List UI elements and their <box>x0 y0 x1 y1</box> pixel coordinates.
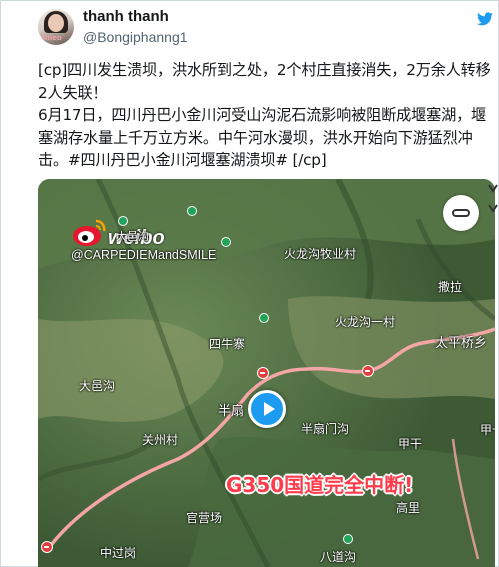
poi-marker <box>118 216 128 226</box>
avatar[interactable]: dmeo <box>38 9 74 45</box>
avatar-tag: dmeo <box>40 34 62 42</box>
no-entry-icon <box>257 367 269 379</box>
more-options-button[interactable] <box>443 195 479 231</box>
map-label: 半扇门沟 <box>301 422 350 436</box>
scroll-arrow-icon[interactable] <box>488 183 498 213</box>
poi-marker <box>343 534 353 544</box>
map-label: 火龙沟一村 <box>335 315 396 329</box>
map-label: 火龙沟牧业村 <box>284 247 357 261</box>
news-banner: G350国道完全中断! <box>226 473 414 497</box>
map-label: 甲卡 <box>480 423 495 437</box>
poi-marker <box>187 206 197 216</box>
map-label: 大邑沟 <box>79 379 116 393</box>
tweet-paragraph-2: 6月17日，四川丹巴小金川河受山沟泥石流影响被阻断成堰塞湖，堰塞湖存水量上千万立… <box>38 106 487 169</box>
map-label: 中过岗 <box>100 546 137 560</box>
play-button[interactable] <box>248 390 286 428</box>
map-label: 官营场 <box>186 511 223 525</box>
map-label: 高里 <box>396 501 421 515</box>
author-name[interactable]: thanh thanh <box>83 8 169 25</box>
map-label: 大邑沟 <box>116 230 149 243</box>
map-label: 太平桥乡 <box>435 336 488 351</box>
map-label: 撒拉 <box>438 280 463 294</box>
map-label: 甲干 <box>398 437 423 451</box>
no-entry-icon <box>362 365 374 377</box>
map-label: 四牛寨 <box>209 337 246 351</box>
tweet-paragraph-1: [cp]四川发生溃坝，洪水所到之处，2个村庄直接消失，2万余人转移2人失联！ <box>38 61 491 102</box>
tweet-text: [cp]四川发生溃坝，洪水所到之处，2个村庄直接消失，2万余人转移2人失联！ 6… <box>38 59 494 172</box>
author-handle[interactable]: @Bongiphanng1 <box>83 29 188 45</box>
weibo-watermark-user: @CARPEDIEMandSMILE <box>71 248 217 262</box>
no-entry-icon <box>41 541 53 553</box>
video-media[interactable]: weibo @CARPEDIEMandSMILE 大邑沟 火龙沟牧业村 撒拉 火… <box>38 179 495 567</box>
map-label: 八道沟 <box>320 550 357 564</box>
avatar-face <box>48 14 64 32</box>
map-label: 关州村 <box>142 433 179 447</box>
weibo-logo-icon <box>73 219 106 246</box>
twitter-bird-icon[interactable] <box>477 12 493 26</box>
map-label: 半扇 <box>218 404 245 419</box>
poi-marker <box>221 237 231 247</box>
poi-marker <box>259 313 269 323</box>
more-options-icon <box>452 209 470 217</box>
